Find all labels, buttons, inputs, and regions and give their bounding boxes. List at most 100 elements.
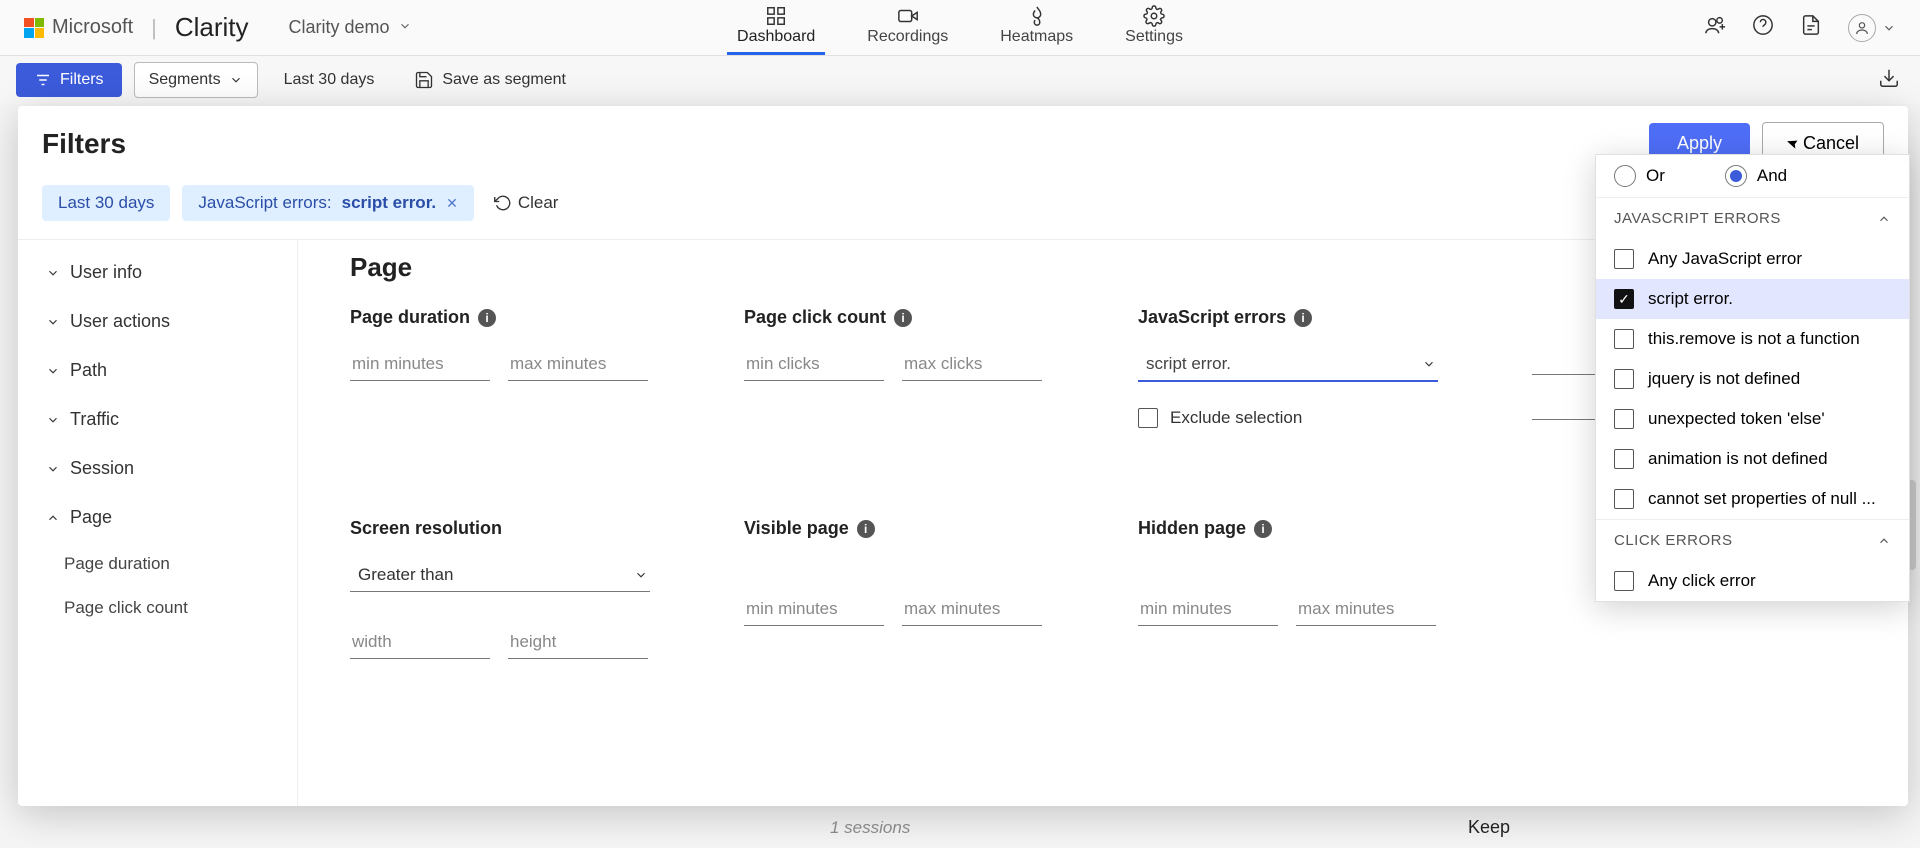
field-page-click-count: Page click count i <box>744 307 1068 428</box>
info-icon[interactable]: i <box>1294 309 1312 327</box>
dd-option-jquery[interactable]: jquery is not defined <box>1596 359 1909 399</box>
nav-recordings[interactable]: Recordings <box>857 0 958 55</box>
field-page-duration: Page duration i <box>350 307 674 428</box>
chevron-down-icon <box>1422 357 1436 371</box>
dd-option-any-js[interactable]: Any JavaScript error <box>1596 239 1909 279</box>
resolution-height-input[interactable] <box>508 626 648 659</box>
nav-recordings-label: Recordings <box>867 28 948 46</box>
resolution-width-input[interactable] <box>350 626 490 659</box>
checkbox-icon: ✓ <box>1614 289 1634 309</box>
radio-or[interactable]: Or <box>1614 165 1665 187</box>
download-icon[interactable] <box>1878 67 1900 94</box>
nav-settings[interactable]: Settings <box>1115 0 1193 55</box>
dd-option-label: jquery is not defined <box>1648 369 1800 389</box>
hidden-max-input[interactable] <box>1296 593 1436 626</box>
chevron-down-icon[interactable] <box>398 17 412 38</box>
chip-remove-icon[interactable]: ✕ <box>446 195 458 212</box>
filters-button[interactable]: Filters <box>16 63 122 97</box>
microsoft-label: Microsoft <box>52 16 133 39</box>
page-clicks-max-input[interactable] <box>902 348 1042 381</box>
filter-icon <box>34 71 52 89</box>
share-icon[interactable] <box>1704 14 1726 41</box>
page-duration-max-input[interactable] <box>508 348 648 381</box>
demo-dropdown-label[interactable]: Clarity demo <box>289 17 390 38</box>
chip-value: script error. <box>342 193 437 213</box>
chevron-down-icon <box>1882 21 1896 35</box>
info-icon[interactable]: i <box>894 309 912 327</box>
dd-option-label: Any JavaScript error <box>1648 249 1802 269</box>
chevron-down-icon <box>634 568 648 582</box>
checkbox-icon <box>1614 249 1634 269</box>
dd-option-unexpected-token[interactable]: unexpected token 'else' <box>1596 399 1909 439</box>
info-icon[interactable]: i <box>857 520 875 538</box>
dd-option-animation[interactable]: animation is not defined <box>1596 439 1909 479</box>
nav-settings-label: Settings <box>1125 28 1183 46</box>
js-errors-select[interactable]: script error. <box>1138 348 1438 382</box>
user-menu[interactable] <box>1848 14 1896 42</box>
info-icon[interactable]: i <box>478 309 496 327</box>
chip-js-errors[interactable]: JavaScript errors: script error. ✕ <box>182 185 473 221</box>
checkbox-icon <box>1614 571 1634 591</box>
js-errors-dropdown: Or And JAVASCRIPT ERRORS Any JavaScript … <box>1595 154 1910 602</box>
dd-option-label: animation is not defined <box>1648 449 1828 469</box>
sidebar-item-label: Page <box>70 507 112 528</box>
nav-heatmaps-label: Heatmaps <box>1000 28 1073 46</box>
page-duration-min-input[interactable] <box>350 348 490 381</box>
dd-option-script-error[interactable]: ✓ script error. <box>1596 279 1909 319</box>
chevron-down-icon <box>229 73 243 87</box>
sidebar-item-user-actions[interactable]: User actions <box>18 297 297 346</box>
page-clicks-min-input[interactable] <box>744 348 884 381</box>
segments-label: Segments <box>149 71 221 89</box>
sidebar-item-path[interactable]: Path <box>18 346 297 395</box>
segments-dropdown[interactable]: Segments <box>134 62 258 98</box>
dd-option-any-click[interactable]: Any click error <box>1596 561 1909 601</box>
dd-section-click-errors[interactable]: CLICK ERRORS <box>1596 519 1909 561</box>
chevron-down-icon <box>46 462 60 476</box>
field-label-text: Page duration <box>350 307 470 328</box>
sidebar-subitem-page-click-count[interactable]: Page click count <box>18 586 297 630</box>
dd-section-js-errors[interactable]: JAVASCRIPT ERRORS <box>1596 197 1909 239</box>
radio-icon <box>1725 165 1747 187</box>
sidebar-subitem-page-duration[interactable]: Page duration <box>18 542 297 586</box>
dd-option-cannot-set[interactable]: cannot set properties of null ... <box>1596 479 1909 519</box>
chip-prefix: JavaScript errors: <box>198 193 331 213</box>
sidebar-item-traffic[interactable]: Traffic <box>18 395 297 444</box>
chip-label: Last 30 days <box>58 193 154 213</box>
chevron-down-icon <box>46 364 60 378</box>
heatmaps-icon <box>1026 6 1048 26</box>
save-segment-button[interactable]: Save as segment <box>400 62 580 98</box>
sidebar-item-page[interactable]: Page <box>18 493 297 542</box>
nav-dashboard[interactable]: Dashboard <box>727 0 825 55</box>
dd-option-label: Any click error <box>1648 571 1756 591</box>
sidebar-item-label: User info <box>70 262 142 283</box>
settings-icon <box>1143 6 1165 26</box>
sidebar-item-label: User actions <box>70 311 170 332</box>
checkbox-icon <box>1138 408 1158 428</box>
date-range-button[interactable]: Last 30 days <box>270 63 389 97</box>
nav-heatmaps[interactable]: Heatmaps <box>990 0 1083 55</box>
chip-last-30-days[interactable]: Last 30 days <box>42 185 170 221</box>
hidden-min-input[interactable] <box>1138 593 1278 626</box>
visible-max-input[interactable] <box>902 593 1042 626</box>
primary-nav: Dashboard Recordings Heatmaps Settings <box>727 0 1193 55</box>
resolution-comparison-select[interactable]: Greater than <box>350 559 650 592</box>
secondary-toolbar: Filters Segments Last 30 days Save as se… <box>0 56 1920 104</box>
dd-section-label: JAVASCRIPT ERRORS <box>1614 210 1781 227</box>
nav-dashboard-label: Dashboard <box>737 28 815 46</box>
info-icon[interactable]: i <box>1254 520 1272 538</box>
visible-min-input[interactable] <box>744 593 884 626</box>
sidebar-item-user-info[interactable]: User info <box>18 248 297 297</box>
notes-icon[interactable] <box>1800 14 1822 41</box>
radio-and[interactable]: And <box>1725 165 1787 187</box>
dd-option-this-remove[interactable]: this.remove is not a function <box>1596 319 1909 359</box>
help-icon[interactable] <box>1752 14 1774 41</box>
cursor-icon <box>1784 134 1803 153</box>
clear-button[interactable]: Clear <box>486 189 567 217</box>
topbar-actions <box>1704 14 1896 42</box>
resolution-comparison-value: Greater than <box>358 565 453 585</box>
top-nav: Microsoft | Clarity Clarity demo Dashboa… <box>0 0 1920 56</box>
date-range-label: Last 30 days <box>284 71 375 88</box>
exclude-selection-checkbox[interactable]: Exclude selection <box>1138 408 1462 428</box>
sidebar-item-session[interactable]: Session <box>18 444 297 493</box>
dd-option-label: cannot set properties of null ... <box>1648 489 1876 509</box>
